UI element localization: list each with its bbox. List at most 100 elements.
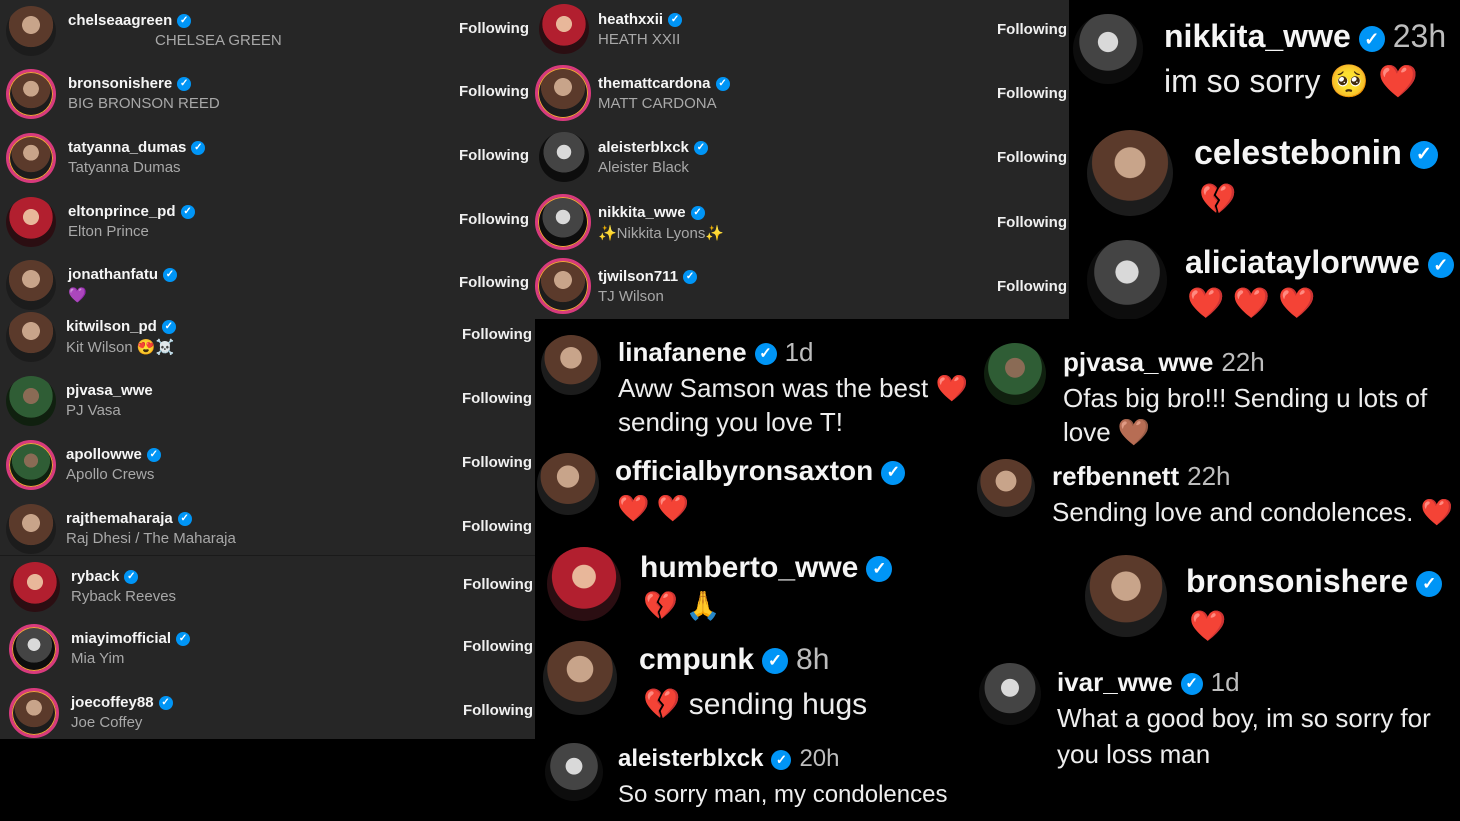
username[interactable]: jonathanfatu ✓ xyxy=(68,266,177,283)
avatar[interactable] xyxy=(1087,240,1167,320)
avatar[interactable] xyxy=(535,65,591,121)
username[interactable]: apollowwe ✓ xyxy=(66,446,161,463)
avatar[interactable] xyxy=(6,197,56,247)
username[interactable]: chelseaagreen ✓ xyxy=(68,12,192,29)
username[interactable]: bronsonishere ✓ xyxy=(68,75,192,92)
comment-time: 23h xyxy=(1392,18,1447,54)
avatar[interactable] xyxy=(9,688,59,738)
avatar[interactable] xyxy=(979,663,1041,725)
username[interactable]: nikkita_wwe ✓ xyxy=(598,204,705,221)
comment-username[interactable]: bronsonishere ✓ xyxy=(1186,563,1443,600)
following-button[interactable]: Following xyxy=(459,211,529,228)
avatar[interactable] xyxy=(543,641,617,715)
following-row[interactable]: eltonprince_pd ✓ Elton Prince Following xyxy=(0,191,535,253)
avatar[interactable] xyxy=(1073,14,1143,84)
avatar[interactable] xyxy=(6,260,56,310)
avatar[interactable] xyxy=(6,312,56,362)
following-row[interactable]: joecoffey88 ✓ Joe Coffey Following xyxy=(0,682,535,739)
avatar[interactable] xyxy=(10,562,60,612)
username[interactable]: tatyanna_dumas ✓ xyxy=(68,139,206,156)
avatar[interactable] xyxy=(1087,130,1173,216)
following-row[interactable]: aleisterblxck ✓ Aleister Black Following xyxy=(535,128,1069,190)
following-button[interactable]: Following xyxy=(463,576,533,593)
username[interactable]: ryback ✓ xyxy=(71,568,139,585)
username[interactable]: themattcardona ✓ xyxy=(598,75,730,92)
following-row[interactable]: nikkita_wwe ✓ ✨Nikkita Lyons✨ Following xyxy=(535,193,1069,255)
username[interactable]: heathxxii ✓ xyxy=(598,11,683,28)
following-button[interactable]: Following xyxy=(463,702,533,719)
avatar[interactable] xyxy=(984,343,1046,405)
following-row[interactable]: kitwilson_pd ✓ Kit Wilson 😍☠️ Following xyxy=(0,306,535,368)
comment-username[interactable]: nikkita_wwe ✓ 23h xyxy=(1164,18,1446,55)
full-name: Elton Prince xyxy=(68,223,149,240)
comment-username[interactable]: officialbyronsaxton ✓ xyxy=(615,455,906,487)
avatar[interactable] xyxy=(6,440,56,490)
following-row[interactable]: apollowwe ✓ Apollo Crews Following xyxy=(0,434,535,496)
comment-username[interactable]: pjvasa_wwe 22h xyxy=(1063,347,1265,378)
avatar[interactable] xyxy=(1085,555,1167,637)
comment-username[interactable]: ivar_wwe ✓ 1d xyxy=(1057,667,1240,698)
following-row[interactable]: tatyanna_dumas ✓ Tatyanna Dumas Following xyxy=(0,127,535,189)
following-row[interactable]: bronsonishere ✓ BIG BRONSON REED Followin… xyxy=(0,63,535,125)
comment-username[interactable]: aleisterblxck ✓ 20h xyxy=(618,745,839,773)
following-button[interactable]: Following xyxy=(997,85,1067,102)
comment-username[interactable]: aliciataylorwwe ✓ xyxy=(1185,244,1454,281)
verified-badge-icon: ✓ xyxy=(1180,673,1203,696)
following-button[interactable]: Following xyxy=(997,278,1067,295)
following-button[interactable]: Following xyxy=(459,147,529,164)
avatar[interactable] xyxy=(6,6,56,56)
comment-text: im so sorry 🥺 ❤️ xyxy=(1164,63,1418,99)
avatar[interactable] xyxy=(9,624,59,674)
following-row[interactable]: tjwilson711 ✓ TJ Wilson Following xyxy=(535,257,1069,319)
following-button[interactable]: Following xyxy=(997,21,1067,38)
full-name: TJ Wilson xyxy=(598,288,664,305)
following-row[interactable]: rajthemaharaja ✓ Raj Dhesi / The Maharaja… xyxy=(0,498,535,560)
full-name: HEATH XXII xyxy=(598,31,681,48)
following-row[interactable]: ryback ✓ Ryback Reeves Following xyxy=(0,555,535,618)
comment-username[interactable]: humberto_wwe ✓ xyxy=(640,551,893,585)
comment: aliciataylorwwe ✓ ❤️ ❤️ ❤️ xyxy=(1069,232,1460,330)
avatar[interactable] xyxy=(539,132,589,182)
username[interactable]: kitwilson_pd ✓ xyxy=(66,318,176,335)
comment-text: 💔 🙏 xyxy=(643,590,721,621)
avatar[interactable] xyxy=(6,376,56,426)
following-button[interactable]: Following xyxy=(997,149,1067,166)
following-row[interactable]: miayimofficial ✓ Mia Yim Following xyxy=(0,618,535,680)
comment-username[interactable]: celestebonin ✓ xyxy=(1194,134,1438,173)
comment-username[interactable]: cmpunk ✓ 8h xyxy=(639,643,829,677)
following-button[interactable]: Following xyxy=(459,20,529,37)
following-row[interactable]: pjvasa_wwe PJ Vasa Following xyxy=(0,370,535,432)
following-button[interactable]: Following xyxy=(459,83,529,100)
username[interactable]: miayimofficial ✓ xyxy=(71,630,191,647)
avatar[interactable] xyxy=(541,335,601,395)
avatar[interactable] xyxy=(537,453,599,515)
verified-badge-icon: ✓ xyxy=(668,13,683,28)
following-button[interactable]: Following xyxy=(462,454,532,471)
username[interactable]: joecoffey88 ✓ xyxy=(71,694,173,711)
following-button[interactable]: Following xyxy=(462,518,532,535)
username[interactable]: tjwilson711 ✓ xyxy=(598,268,698,285)
avatar[interactable] xyxy=(6,504,56,554)
following-button[interactable]: Following xyxy=(462,326,532,343)
comment-username[interactable]: linafanene ✓ 1d xyxy=(618,337,814,368)
following-button[interactable]: Following xyxy=(463,638,533,655)
avatar[interactable] xyxy=(539,4,589,54)
following-button[interactable]: Following xyxy=(462,390,532,407)
username[interactable]: eltonprince_pd ✓ xyxy=(68,203,195,220)
avatar[interactable] xyxy=(977,459,1035,517)
username[interactable]: aleisterblxck ✓ xyxy=(598,139,708,156)
following-row[interactable]: themattcardona ✓ MATT CARDONA Following xyxy=(535,64,1069,126)
avatar[interactable] xyxy=(535,258,591,314)
username[interactable]: pjvasa_wwe xyxy=(66,382,153,399)
username[interactable]: rajthemaharaja ✓ xyxy=(66,510,192,527)
avatar[interactable] xyxy=(6,133,56,183)
following-row[interactable]: heathxxii ✓ HEATH XXII Following xyxy=(535,0,1069,62)
following-button[interactable]: Following xyxy=(459,274,529,291)
following-button[interactable]: Following xyxy=(997,214,1067,231)
avatar[interactable] xyxy=(6,69,56,119)
avatar[interactable] xyxy=(545,743,603,801)
avatar[interactable] xyxy=(547,547,621,621)
comment-username[interactable]: refbennett 22h xyxy=(1052,461,1231,492)
avatar[interactable] xyxy=(535,194,591,250)
following-row[interactable]: chelseaagreen ✓ CHELSEA GREEN Following xyxy=(0,0,535,62)
